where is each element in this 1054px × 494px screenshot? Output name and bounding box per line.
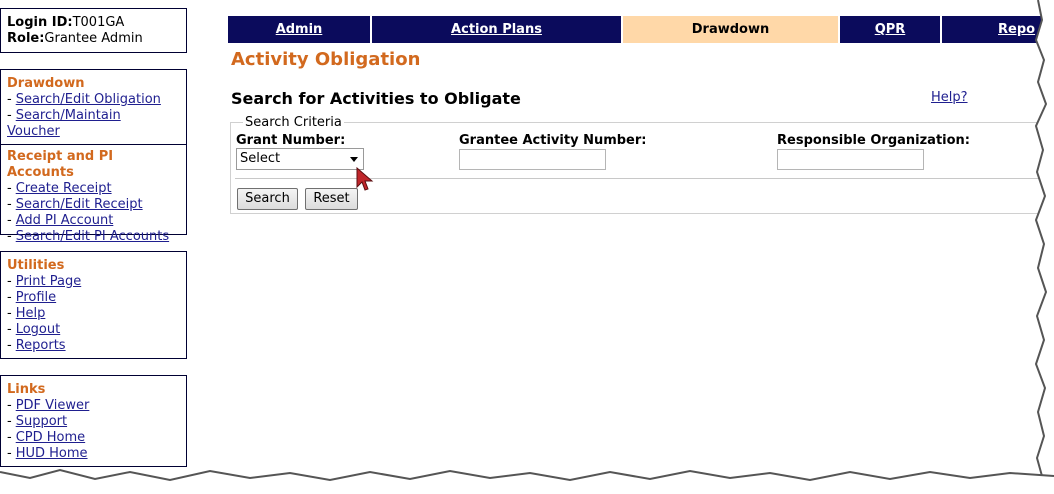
tab-admin[interactable]: Admin [228,16,372,43]
add-pi-account-link[interactable]: Add PI Account [16,213,114,228]
tab-qpr[interactable]: QPR [840,16,942,43]
responsible-organization-input[interactable] [777,149,924,170]
sidebar-item-profile: - Profile [7,290,57,305]
search-maintain-voucher-link-continued[interactable]: Voucher [7,124,60,139]
print-page-link[interactable]: Print Page [16,274,82,289]
sidebar-item-reports: - Reports [7,338,66,353]
help-link-sidebar[interactable]: Help [16,306,46,321]
sidebar-item-search-edit-receipt: - Search/Edit Receipt [7,197,143,212]
help-link[interactable]: Help? [931,90,968,105]
receipt-heading: Receipt and PI Accounts [7,149,114,180]
hud-home-link[interactable]: HUD Home [16,446,88,461]
support-link[interactable]: Support [16,414,67,429]
utilities-menu-box: Utilities - Print Page - Profile - Help - Lo… [0,251,187,359]
search-edit-obligation-link[interactable]: Search/Edit Obligation [16,92,161,107]
search-edit-pi-accounts-link[interactable]: Search/Edit PI Accounts [16,229,169,244]
sidebar-item-search-edit-obligation: - Search/Edit Obligation [7,92,161,107]
chevron-down-icon [350,157,358,162]
create-receipt-link[interactable]: Create Receipt [16,181,112,196]
search-criteria-legend: Search Criteria [243,115,344,130]
sidebar-item-support: - Support [7,414,68,429]
search-criteria-fieldset: Search Criteria Grant Number: Select Gra… [230,115,1054,214]
tab-drawdown[interactable]: Drawdown [623,16,840,43]
receipt-group: Receipt and PI Accounts - Create Receipt … [1,144,186,245]
sidebar-item-search-maintain-voucher: - Search/Maintain [7,108,121,123]
mouse-cursor-icon [356,167,374,191]
logout-link[interactable]: Logout [16,322,61,337]
login-id: Login ID:T001GA [7,15,125,30]
sidebar-item-create-receipt: - Create Receipt [7,181,112,196]
tab-drawdown-label: Drawdown [691,22,770,37]
sidebar-item-cpd-home: - CPD Home [7,430,86,445]
reports-link[interactable]: Reports [16,338,66,353]
section-title: Search for Activities to Obligate [231,89,521,108]
torn-edge-bottom [0,468,1054,494]
utilities-heading: Utilities [7,258,65,273]
responsible-organization-label: Responsible Organization: [777,133,971,148]
profile-link[interactable]: Profile [16,290,56,305]
grantee-activity-number-input[interactable] [459,149,606,170]
grant-number-select[interactable]: Select [236,148,364,170]
torn-edge-right [1033,0,1054,494]
search-edit-receipt-link[interactable]: Search/Edit Receipt [16,197,143,212]
sidebar-item-add-pi-account: - Add PI Account [7,213,114,228]
sidebar-item-print-page: - Print Page [7,274,82,289]
main-nav: Admin Action Plans Drawdown QPR Repo [228,16,1054,43]
tab-action-plans-link[interactable]: Action Plans [451,22,542,37]
sidebar-item-voucher-continued: Voucher [7,124,180,140]
sidebar-item-hud-home: - HUD Home [7,446,88,461]
sidebar-item-pdf-viewer: - PDF Viewer [7,398,90,413]
search-button[interactable]: Search [237,188,298,210]
drawdown-heading: Drawdown [7,76,85,91]
links-menu-box: Links - PDF Viewer - Support - CPD Home - HU… [0,375,187,467]
search-maintain-voucher-link[interactable]: Search/Maintain [16,108,121,123]
sidebar-item-logout: - Logout [7,322,61,337]
reset-button[interactable]: Reset [305,188,358,210]
drawdown-menu-box: Drawdown - Search/Edit Obligation - Search… [0,69,187,244]
sidebar-item-search-edit-pi-accounts: - Search/Edit PI Accounts [7,229,170,244]
grant-number-selected-value: Select [240,151,281,166]
login-info-box: Login ID:T001GA Role:Grantee Admin [0,8,187,53]
cpd-home-link[interactable]: CPD Home [16,430,85,445]
page-title: Activity Obligation [231,49,421,70]
grantee-activity-number-label: Grantee Activity Number: [459,133,647,148]
tab-action-plans[interactable]: Action Plans [372,16,623,43]
links-heading: Links [7,382,46,397]
sidebar-item-help: - Help [7,306,46,321]
grant-number-label: Grant Number: [236,133,346,148]
tab-qpr-link[interactable]: QPR [875,22,906,37]
login-role: Role:Grantee Admin [7,31,143,46]
pdf-viewer-link[interactable]: PDF Viewer [16,398,90,413]
tab-admin-link[interactable]: Admin [276,22,323,37]
